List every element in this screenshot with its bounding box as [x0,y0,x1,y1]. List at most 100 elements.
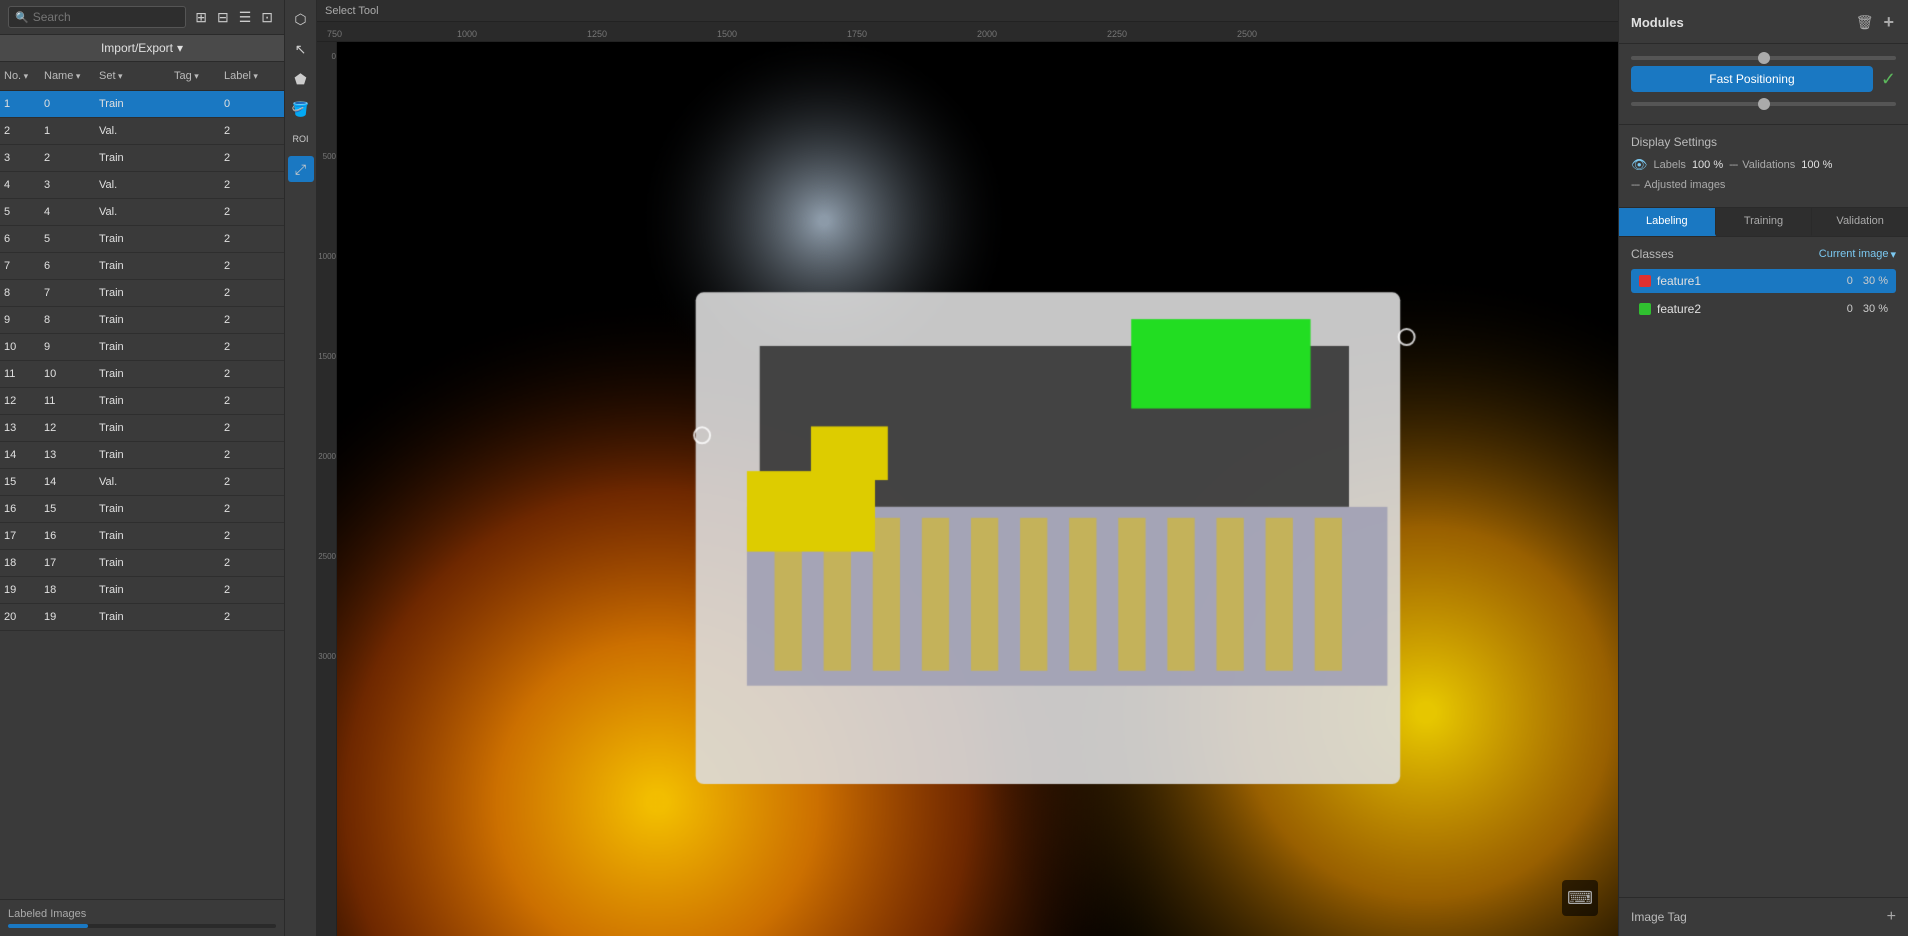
feature2-name: feature2 [1657,302,1841,316]
search-input[interactable] [33,10,180,24]
polygon-tool-btn[interactable]: ⬟ [288,66,314,92]
search-input-wrap[interactable]: 🔍 [8,6,186,28]
table-row[interactable]: 2 1 Val. 2 [0,118,284,145]
td-no: 1 [0,95,40,113]
td-name: 11 [40,392,95,410]
table-row[interactable]: 7 6 Train 2 [0,253,284,280]
add-module-btn[interactable]: + [1881,10,1896,35]
list-view-btn[interactable]: ☰ [236,7,255,28]
table-row[interactable]: 1 0 Train 0 [0,91,284,118]
col-tag[interactable]: Tag [170,66,220,86]
fast-pos-bottom-slider[interactable] [1631,102,1896,106]
td-no: 3 [0,149,40,167]
tab-labeling[interactable]: Labeling [1619,208,1716,236]
dashed-separator: - - - [1729,159,1736,171]
image-viewport[interactable]: ⌨ [337,42,1618,936]
td-name: 12 [40,419,95,437]
tab-validation[interactable]: Validation [1812,208,1908,236]
td-set: Train [95,608,170,626]
transform-tool-btn[interactable]: ⤢ [288,156,314,182]
table-row[interactable]: 5 4 Val. 2 [0,199,284,226]
class-row-feature2[interactable]: feature2 0 30 % [1631,297,1896,321]
pointer-tool-btn[interactable]: ↖ [288,36,314,62]
table-row[interactable]: 11 10 Train 2 [0,361,284,388]
fast-pos-slider-thumb[interactable] [1758,52,1770,64]
add-image-tag-btn[interactable]: + [1887,908,1896,926]
table-row[interactable]: 15 14 Val. 2 [0,469,284,496]
fast-pos-btn-row: Fast Positioning ✓ [1631,66,1896,92]
table-row[interactable]: 16 15 Train 2 [0,496,284,523]
td-set: Train [95,554,170,572]
table-row[interactable]: 9 8 Train 2 [0,307,284,334]
grid-view-btn[interactable]: ⊡ [258,7,276,28]
image-tag-section: Image Tag + [1619,897,1908,936]
td-no: 18 [0,554,40,572]
table-row[interactable]: 20 19 Train 2 [0,604,284,631]
td-tag [170,554,220,572]
td-label: 2 [220,284,284,302]
col-name[interactable]: Name [40,66,95,86]
import-export-bar[interactable]: Import/Export ▾ [0,35,284,62]
modules-title: Modules [1631,15,1684,30]
current-image-dropdown[interactable]: Current image ▾ [1819,248,1896,261]
tool-sidebar: ⬡ ↖ ⬟ 🪣 ROI ⤢ [285,0,317,936]
feature2-count: 0 [1847,303,1853,315]
td-label: 2 [220,122,284,140]
adjusted-images-label: Adjusted images [1644,179,1725,191]
table-row[interactable]: 4 3 Val. 2 [0,172,284,199]
td-no: 5 [0,203,40,221]
main-canvas[interactable] [337,42,1618,936]
ruler-v-tick: 3000 [318,652,336,661]
td-tag [170,581,220,599]
table-row[interactable]: 17 16 Train 2 [0,523,284,550]
feature2-pct: 30 % [1863,303,1888,315]
image-settings-btn[interactable]: ⊞ [192,7,210,28]
table-row[interactable]: 10 9 Train 2 [0,334,284,361]
roi-tool-btn[interactable]: ROI [288,126,314,152]
td-tag [170,95,220,113]
paint-tool-btn[interactable]: 🪣 [288,96,314,122]
table-row[interactable]: 8 7 Train 2 [0,280,284,307]
class-row-feature1[interactable]: feature1 0 30 % [1631,269,1896,293]
td-name: 13 [40,446,95,464]
td-tag [170,257,220,275]
td-name: 4 [40,203,95,221]
right-panel-header: Modules 🗑 + [1619,0,1908,44]
td-label: 2 [220,608,284,626]
col-set[interactable]: Set [95,66,170,86]
ruler-horizontal: 7501000125015001750200022502500 [317,22,1618,42]
table-row[interactable]: 19 18 Train 2 [0,577,284,604]
table-row[interactable]: 3 2 Train 2 [0,145,284,172]
td-tag [170,176,220,194]
td-set: Train [95,365,170,383]
table-row[interactable]: 13 12 Train 2 [0,415,284,442]
table-row[interactable]: 14 13 Train 2 [0,442,284,469]
ruler-v-tick: 0 [332,52,336,61]
col-label[interactable]: Label [220,66,284,86]
td-label: 2 [220,230,284,248]
td-name: 15 [40,500,95,518]
fast-pos-bottom-thumb[interactable] [1758,98,1770,110]
table-row[interactable]: 12 11 Train 2 [0,388,284,415]
td-name: 7 [40,284,95,302]
fast-positioning-btn[interactable]: Fast Positioning [1631,66,1873,92]
col-no[interactable]: No. [0,66,40,86]
td-set: Train [95,527,170,545]
classes-header: Classes Current image ▾ [1631,247,1896,261]
td-no: 9 [0,311,40,329]
select-tool-label: Select Tool [325,5,379,17]
td-name: 1 [40,122,95,140]
fast-pos-slider-track[interactable] [1631,56,1896,60]
filter-btn[interactable]: ⊟ [214,7,232,28]
tab-training[interactable]: Training [1716,208,1813,236]
table-row[interactable]: 18 17 Train 2 [0,550,284,577]
table-row[interactable]: 6 5 Train 2 [0,226,284,253]
td-label: 2 [220,500,284,518]
ruler-v-tick: 1500 [318,352,336,361]
delete-module-btn[interactable]: 🗑 [1854,10,1876,35]
td-set: Train [95,500,170,518]
keyboard-icon[interactable]: ⌨ [1562,880,1598,916]
select-tool-btn[interactable]: ⬡ [288,6,314,32]
td-name: 14 [40,473,95,491]
fast-pos-confirm-btn[interactable]: ✓ [1881,69,1896,90]
